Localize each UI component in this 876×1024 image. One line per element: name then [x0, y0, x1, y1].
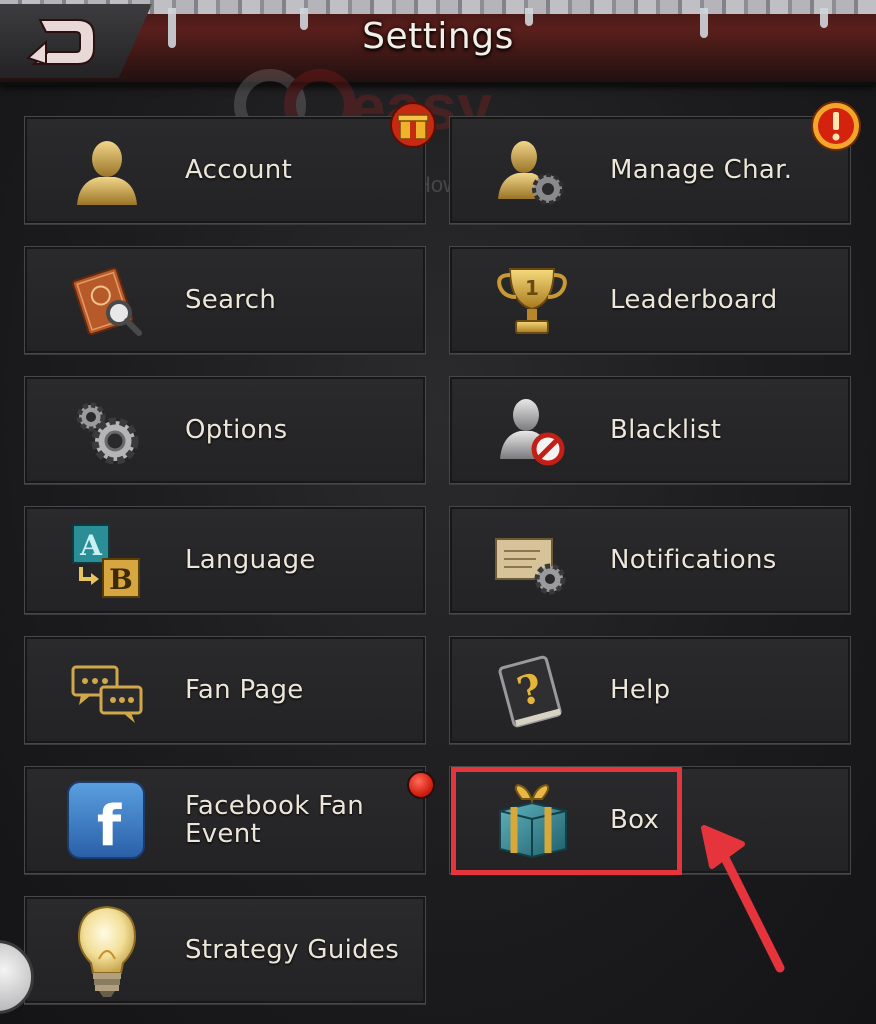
- highlight-box: [451, 767, 682, 875]
- label-line-1: Facebook Fan: [185, 791, 365, 821]
- menu-item-label: Language: [185, 545, 316, 575]
- menu-item-help[interactable]: ? Help: [449, 636, 851, 744]
- menu-item-label: Fan Page: [185, 675, 304, 705]
- gears-icon: [67, 391, 147, 471]
- menu-item-search[interactable]: Search: [24, 246, 426, 354]
- user-gear-icon: [492, 131, 572, 211]
- letter-b: B: [109, 563, 133, 596]
- letter-a: A: [79, 529, 103, 562]
- menu-item-leaderboard[interactable]: 1 Leaderboard: [449, 246, 851, 354]
- trophy-icon: 1: [492, 261, 572, 341]
- menu-item-options[interactable]: Options: [24, 376, 426, 484]
- notification-dot: [407, 771, 435, 799]
- user-silhouette-icon: [67, 131, 147, 211]
- menu-item-label: Help: [610, 675, 671, 705]
- menu-item-label: Blacklist: [610, 415, 722, 445]
- menu-item-language[interactable]: A B Language: [24, 506, 426, 614]
- menu-item-notifications[interactable]: Notifications: [449, 506, 851, 614]
- menu-item-label: Facebook Fan Event: [185, 767, 364, 873]
- menu-item-strategy-guides[interactable]: Strategy Guides: [24, 896, 426, 1004]
- pointer-arrow-icon: [690, 820, 800, 984]
- gift-badge-icon: [389, 101, 437, 149]
- label-line-2: Event: [185, 819, 261, 849]
- facebook-letter: f: [97, 794, 122, 859]
- top-bar: Settings: [0, 0, 876, 85]
- menu-item-label: Manage Char.: [610, 155, 793, 185]
- letter-gear-icon: [492, 521, 572, 601]
- user-blocked-icon: [492, 391, 572, 471]
- menu-item-label: Leaderboard: [610, 285, 778, 315]
- facebook-icon: f: [65, 779, 145, 859]
- book-magnifier-icon: [67, 261, 147, 341]
- menu-item-facebook-fan-event[interactable]: f Facebook Fan Event: [24, 766, 426, 874]
- menu-item-manage-char[interactable]: Manage Char.: [449, 116, 851, 224]
- menu-item-label: Search: [185, 285, 277, 315]
- menu-item-fan-page[interactable]: Fan Page: [24, 636, 426, 744]
- menu-item-label: Account: [185, 155, 293, 185]
- page-title: Settings: [362, 16, 514, 57]
- trophy-number: 1: [525, 276, 539, 300]
- menu-item-blacklist[interactable]: Blacklist: [449, 376, 851, 484]
- lightbulb-icon: [67, 903, 147, 999]
- menu-item-label: Strategy Guides: [185, 935, 400, 965]
- chat-bubbles-icon: [67, 651, 147, 731]
- help-book-icon: ?: [492, 651, 572, 731]
- alert-badge-icon: [810, 100, 862, 152]
- menu-item-label: Notifications: [610, 545, 777, 575]
- menu-item-account[interactable]: Account: [24, 116, 426, 224]
- menu-item-label: Options: [185, 415, 288, 445]
- language-ab-icon: A B: [67, 521, 147, 601]
